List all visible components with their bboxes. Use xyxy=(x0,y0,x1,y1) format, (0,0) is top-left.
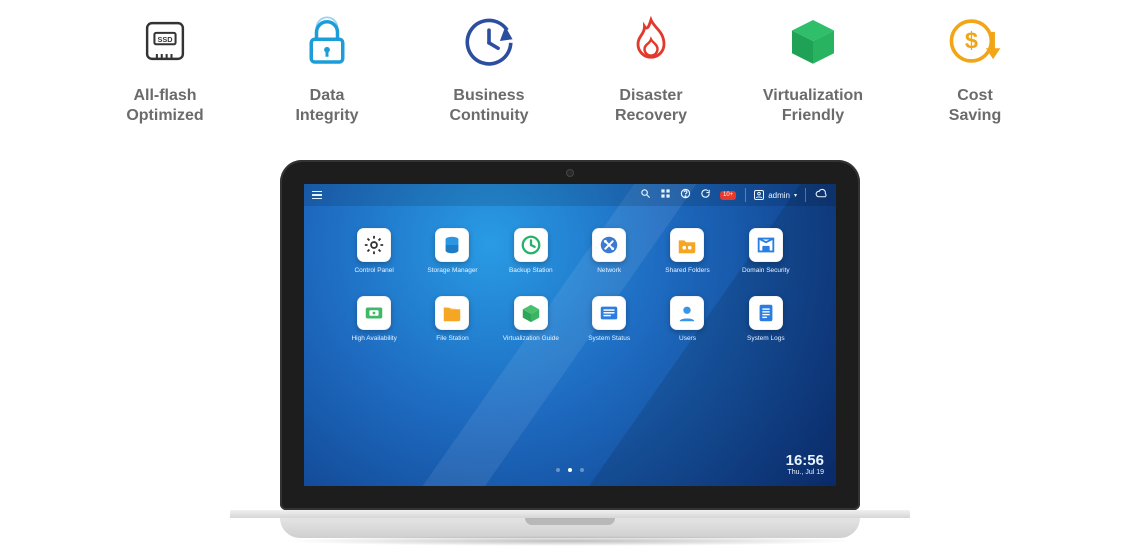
app-file-station[interactable]: File Station xyxy=(418,296,486,342)
feature-label: Disaster Recovery xyxy=(615,86,687,126)
laptop-hinge xyxy=(230,510,910,518)
app-label: File Station xyxy=(436,335,469,342)
hamburger-icon[interactable] xyxy=(312,191,322,200)
feature-disaster-recovery[interactable]: Disaster Recovery xyxy=(576,6,726,126)
feature-label: Business Continuity xyxy=(449,86,528,126)
dollar-down-icon: $ xyxy=(940,6,1010,76)
cloud-icon[interactable] xyxy=(815,188,828,202)
app-domain-security[interactable]: Domain Security xyxy=(732,228,800,274)
chevron-down-icon: ▾ xyxy=(794,192,797,199)
app-high-availability[interactable]: High Availability xyxy=(340,296,408,342)
pager-dot-active[interactable] xyxy=(568,468,572,472)
laptop-base xyxy=(280,518,860,538)
topbar: 10+ admin ▾ xyxy=(304,184,836,206)
app-system-logs[interactable]: System Logs xyxy=(732,296,800,342)
refresh-icon[interactable] xyxy=(700,188,711,202)
widgets-icon[interactable] xyxy=(660,188,671,202)
desktop-screen: 10+ admin ▾ Contr xyxy=(304,184,836,486)
domain-security-icon xyxy=(749,228,783,262)
feature-label: Data Integrity xyxy=(295,86,358,126)
search-icon[interactable] xyxy=(640,188,651,202)
app-system-status[interactable]: System Status xyxy=(575,296,643,342)
app-label: Virtualization Guide xyxy=(503,335,559,342)
app-label: High Availability xyxy=(351,335,396,342)
app-network[interactable]: Network xyxy=(575,228,643,274)
avatar-icon xyxy=(754,190,764,200)
pager-dot[interactable] xyxy=(556,468,560,472)
file-station-icon xyxy=(435,296,469,330)
virt-icon xyxy=(514,296,548,330)
app-grid: Control Panel Storage Manager Backup Sta… xyxy=(304,206,836,342)
app-label: Network xyxy=(597,267,621,274)
feature-label: All-flash Optimized xyxy=(126,86,203,126)
ssd-icon: SSD xyxy=(130,6,200,76)
app-users[interactable]: Users xyxy=(653,296,721,342)
svg-text:SSD: SSD xyxy=(157,35,172,44)
clock-arrow-icon xyxy=(454,6,524,76)
app-label: System Status xyxy=(588,335,630,342)
app-label: Users xyxy=(679,335,696,342)
camera-dot xyxy=(566,169,574,177)
user-menu[interactable]: admin ▾ xyxy=(745,188,806,202)
feature-cost-saving[interactable]: $ Cost Saving xyxy=(900,6,1050,126)
clock-time: 16:56 xyxy=(786,452,824,469)
backup-icon xyxy=(514,228,548,262)
username: admin xyxy=(768,191,790,200)
cube-icon xyxy=(778,6,848,76)
database-icon xyxy=(435,228,469,262)
app-label: Backup Station xyxy=(509,267,553,274)
laptop-lid: 10+ admin ▾ Contr xyxy=(280,160,860,510)
app-control-panel[interactable]: Control Panel xyxy=(340,228,408,274)
app-shared-folders[interactable]: Shared Folders xyxy=(653,228,721,274)
svg-text:$: $ xyxy=(965,27,978,53)
desktop-pager[interactable] xyxy=(556,468,584,472)
status-icon xyxy=(592,296,626,330)
feature-row: SSD All-flash Optimized Data Integrity B… xyxy=(0,6,1140,126)
users-icon xyxy=(670,296,704,330)
laptop-mockup: 10+ admin ▾ Contr xyxy=(280,160,860,538)
app-label: Domain Security xyxy=(742,267,790,274)
logs-icon xyxy=(749,296,783,330)
feature-label: Virtualization Friendly xyxy=(763,86,863,126)
feature-label: Cost Saving xyxy=(949,86,1001,126)
app-label: Storage Manager xyxy=(427,267,477,274)
feature-business-continuity[interactable]: Business Continuity xyxy=(414,6,564,126)
topbar-right: 10+ admin ▾ xyxy=(640,188,828,202)
feature-data-integrity[interactable]: Data Integrity xyxy=(252,6,402,126)
app-label: System Logs xyxy=(747,335,785,342)
flame-icon xyxy=(616,6,686,76)
feature-all-flash[interactable]: SSD All-flash Optimized xyxy=(90,6,240,126)
app-backup-station[interactable]: Backup Station xyxy=(497,228,565,274)
gear-icon xyxy=(357,228,391,262)
lock-icon xyxy=(292,6,362,76)
app-label: Shared Folders xyxy=(665,267,709,274)
desktop-clock: 16:56 Thu., Jul 19 xyxy=(786,452,824,476)
pager-dot[interactable] xyxy=(580,468,584,472)
ha-icon xyxy=(357,296,391,330)
network-icon xyxy=(592,228,626,262)
clock-date: Thu., Jul 19 xyxy=(786,469,824,476)
shared-folder-icon xyxy=(670,228,704,262)
notification-badge[interactable]: 10+ xyxy=(720,191,736,200)
app-virtualization-guide[interactable]: Virtualization Guide xyxy=(497,296,565,342)
app-storage-manager[interactable]: Storage Manager xyxy=(418,228,486,274)
feature-virtualization[interactable]: Virtualization Friendly xyxy=(738,6,888,126)
app-label: Control Panel xyxy=(354,267,393,274)
help-icon[interactable] xyxy=(680,188,691,202)
